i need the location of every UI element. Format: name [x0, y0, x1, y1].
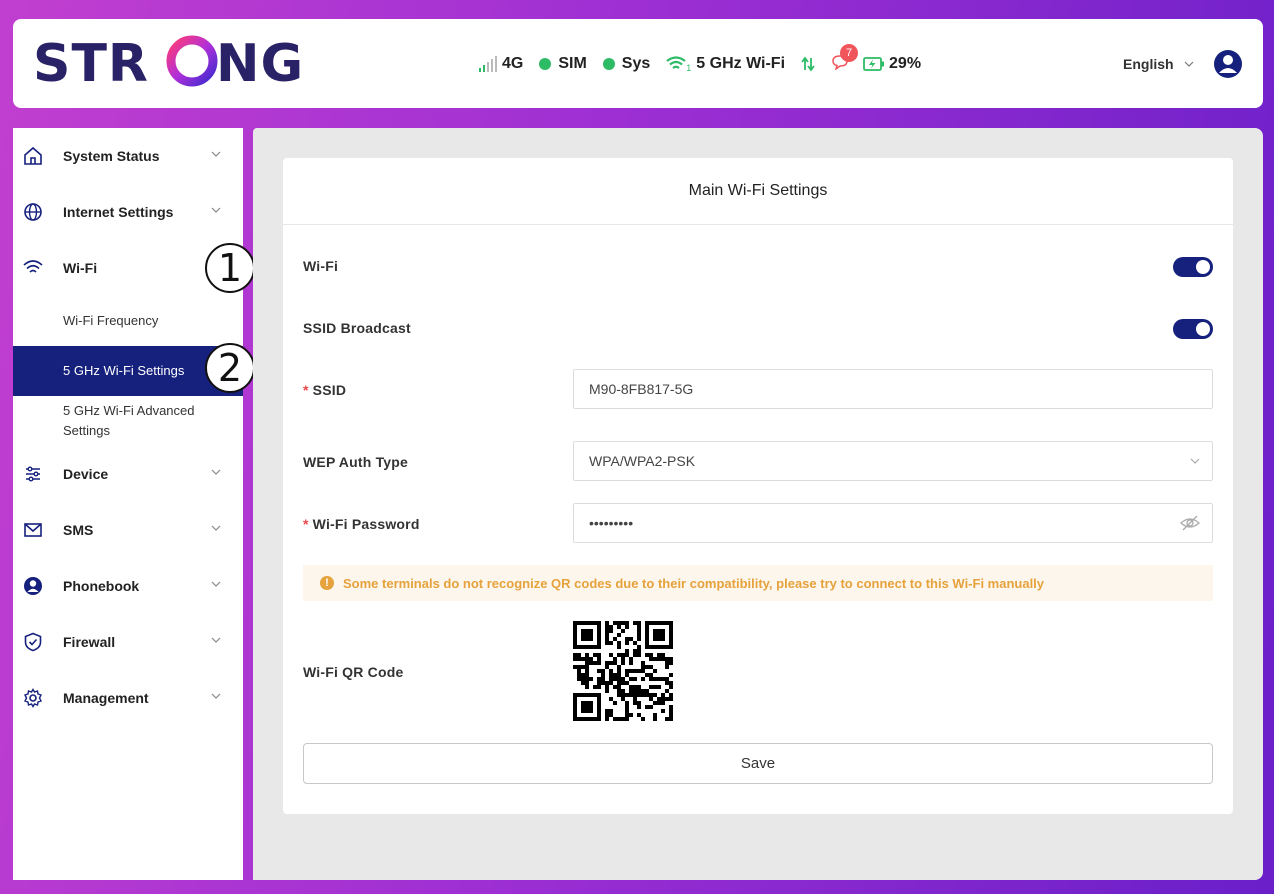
network-type: 4G — [502, 55, 524, 72]
toggle-knob — [1196, 322, 1210, 336]
wifi-icon — [23, 260, 43, 273]
sidebar-item-label: Firewall — [63, 634, 116, 650]
chevron-down-icon — [211, 581, 221, 587]
language-select[interactable]: English — [1123, 56, 1194, 72]
sidebar-item-label: System Status — [63, 148, 160, 164]
sim-dot-icon — [539, 58, 552, 70]
chevron-down-icon — [1184, 61, 1193, 67]
sidebar-item-label: SMS — [63, 522, 94, 538]
sidebar-item-sms[interactable]: SMS — [13, 510, 243, 550]
eye-hidden-icon[interactable] — [1180, 514, 1200, 532]
sidebar-item-label: Phonebook — [63, 578, 140, 594]
sidebar-item-device[interactable]: Device — [13, 454, 243, 494]
sidebar-subitem-label-line2: Settings — [63, 423, 110, 438]
wifi-toggle[interactable] — [1173, 257, 1213, 277]
strong-logo: STR NG — [33, 31, 313, 96]
messages-button[interactable]: 7 — [831, 43, 859, 75]
warning-text: Some terminals do not recognize QR codes… — [343, 575, 1045, 591]
required-mark: * — [303, 382, 309, 398]
updown-arrows-icon — [801, 56, 815, 72]
message-count-badge: 7 — [840, 43, 859, 62]
wifi-status: 1 5 GHz Wi-Fi — [666, 55, 785, 73]
globe-icon — [24, 203, 42, 221]
sidebar-subitem-label: 5 GHz Wi-Fi Settings — [63, 363, 185, 378]
signal-bars-icon — [479, 56, 497, 72]
battery-charging-icon — [863, 57, 885, 71]
status-bar: 4G SIM Sys 1 5 GHz Wi-Fi 7 29% — [478, 43, 937, 76]
top-header: STR NG 4G SIM Sys 1 5 GHz Wi-Fi 7 29% En… — [13, 19, 1263, 108]
auth-type-value: WPA/WPA2-PSK — [589, 453, 696, 469]
password-value: ••••••••• — [589, 515, 634, 531]
wifi-label: Wi-Fi — [303, 258, 339, 274]
toggle-knob — [1196, 260, 1210, 274]
qr-warning-alert: ! Some terminals do not recognize QR cod… — [303, 565, 1213, 601]
mail-icon — [24, 523, 42, 537]
wifi-settings-card: Main Wi-Fi Settings Wi-Fi SSID Broadcast… — [283, 158, 1233, 814]
sidebar-item-label: Device — [63, 466, 109, 482]
auth-type-label: WEP Auth Type — [303, 454, 409, 470]
password-label-text: Wi-Fi Password — [312, 516, 420, 532]
user-avatar-icon — [1214, 50, 1242, 78]
required-mark: * — [303, 516, 309, 532]
person-icon — [24, 577, 42, 595]
svg-text:STR: STR — [33, 34, 149, 91]
ssid-input[interactable]: M90-8FB817-5G — [573, 369, 1213, 409]
wifi-label: 5 GHz Wi-Fi — [696, 55, 786, 72]
callout-marker-2: 2 — [205, 343, 255, 393]
home-icon — [24, 146, 42, 165]
sidebar-item-management[interactable]: Management — [13, 678, 243, 718]
warning-icon: ! — [320, 576, 334, 590]
gear-icon — [24, 688, 42, 708]
sim-label: SIM — [558, 55, 587, 72]
sidebar-item-label: Internet Settings — [63, 204, 174, 220]
page-title: Main Wi-Fi Settings — [283, 158, 1233, 225]
battery-status: 29% — [863, 55, 921, 73]
sidebar-subitem-wifi-frequency[interactable]: Wi-Fi Frequency — [13, 311, 243, 331]
sidebar-subitem-label: Wi-Fi Frequency — [63, 313, 159, 328]
chevron-down-icon — [211, 525, 221, 531]
sidebar-subitem-5ghz-wifi-advanced[interactable]: 5 GHz Wi-Fi Advanced Settings — [13, 401, 243, 443]
ssid-value: M90-8FB817-5G — [589, 381, 694, 397]
save-button[interactable]: Save — [303, 743, 1213, 784]
sidebar-item-label: Management — [63, 690, 149, 706]
chevron-down-icon — [211, 469, 221, 475]
sidebar-item-system-status[interactable]: System Status — [13, 136, 243, 176]
sys-dot-icon — [602, 58, 615, 70]
language-value: English — [1123, 56, 1174, 72]
password-input[interactable]: ••••••••• — [573, 503, 1213, 543]
chevron-down-icon — [211, 151, 221, 157]
sys-status: Sys — [602, 55, 651, 73]
sys-label: Sys — [621, 55, 651, 72]
sidebar-item-internet-settings[interactable]: Internet Settings — [13, 192, 243, 232]
sidebar-nav: System Status Internet Settings Wi-Fi Wi… — [13, 128, 243, 880]
sidebar-item-firewall[interactable]: Firewall — [13, 622, 243, 662]
ssid-label: * SSID — [303, 382, 346, 398]
chevron-down-icon — [1190, 458, 1200, 464]
ssid-broadcast-label: SSID Broadcast — [303, 320, 411, 336]
qr-modules — [573, 621, 673, 721]
ssid-broadcast-toggle[interactable] — [1173, 319, 1213, 339]
signal-status: 4G — [478, 55, 523, 73]
sim-status: SIM — [539, 55, 587, 73]
wifi-clients-count: 1 — [686, 63, 692, 73]
user-account-button[interactable] — [1213, 49, 1243, 84]
sidebar-item-label: Wi-Fi — [63, 260, 98, 276]
sidebar-item-phonebook[interactable]: Phonebook — [13, 566, 243, 606]
password-label: * Wi-Fi Password — [303, 516, 420, 532]
wifi-qr-code — [573, 621, 673, 726]
wifi-icon — [666, 56, 686, 69]
ssid-label-text: SSID — [312, 382, 347, 398]
data-transfer-status — [801, 56, 815, 72]
chevron-down-icon — [211, 637, 221, 643]
shield-icon — [24, 632, 42, 652]
sidebar-subitem-label-line1: 5 GHz Wi-Fi Advanced — [63, 403, 195, 418]
chevron-down-icon — [211, 207, 221, 213]
auth-type-select[interactable]: WPA/WPA2-PSK — [573, 441, 1213, 481]
chevron-down-icon — [211, 693, 221, 699]
svg-text:NG: NG — [216, 34, 304, 91]
sliders-icon — [26, 466, 40, 482]
battery-percent: 29% — [889, 55, 922, 72]
callout-marker-1: 1 — [205, 243, 255, 293]
qr-code-label: Wi-Fi QR Code — [303, 664, 404, 680]
